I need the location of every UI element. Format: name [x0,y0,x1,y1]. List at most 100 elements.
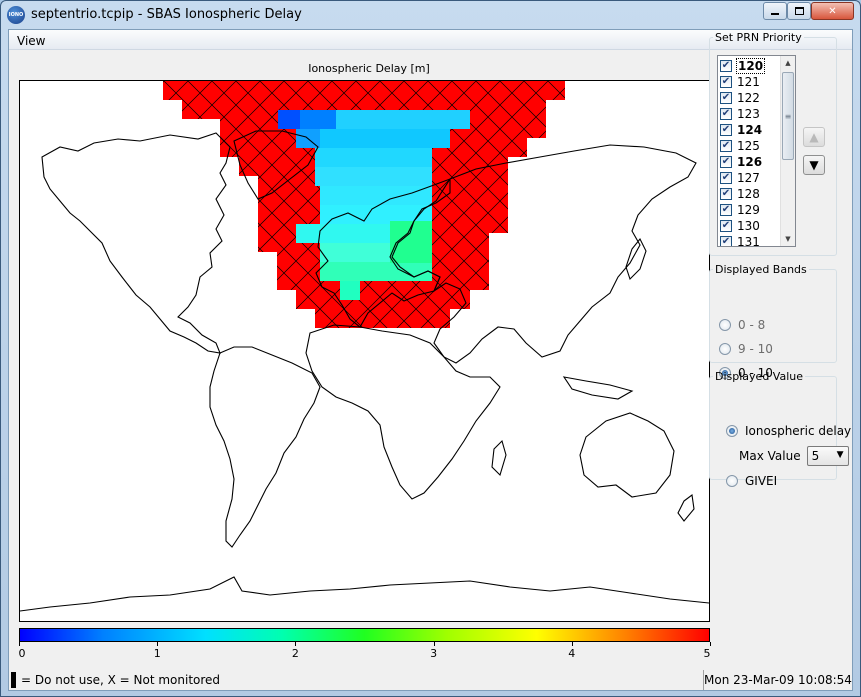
title-bar[interactable]: IONO septentrio.tcpip - SBAS Ionospheric… [1,1,860,29]
colorbar-tick-label: 5 [703,647,711,660]
monitored-cell [300,110,336,129]
colorbar-tick-label: 3 [430,647,438,660]
ionospheric-map[interactable] [19,80,710,622]
prn-priority-title: Set PRN Priority [715,31,802,44]
displayed-bands-title: Displayed Bands [715,263,807,276]
iono-delay-radio[interactable] [726,425,738,437]
colorbar-tick-label: 1 [153,647,161,660]
givei-label: GIVEI [745,474,778,488]
prn-checkbox[interactable]: ✔ [720,76,732,88]
plot-title: Ionospheric Delay [m] [308,62,430,75]
prn-list-item[interactable]: ✔ 129 [720,202,782,218]
prn-label: 122 [737,91,760,105]
priority-down-button[interactable]: ▼ [803,155,825,175]
prn-list-item[interactable]: ✔ 131 [720,234,782,246]
prn-list-item[interactable]: ✔ 125 [720,138,782,154]
window-title: septentrio.tcpip - SBAS Ionospheric Dela… [31,7,302,22]
prn-checkbox[interactable]: ✔ [720,156,732,168]
max-value-select[interactable]: 5 ▼ [806,446,849,466]
iono-delay-label: Ionospheric delay [745,424,852,438]
colorbar-tick [571,642,573,646]
prn-list-item[interactable]: ✔ 120 [720,58,782,74]
prn-list-item[interactable]: ✔ 130 [720,218,782,234]
prn-list-item[interactable]: ✔ 123 [720,106,782,122]
status-legend-text: = Do not use, X = Not monitored [21,673,221,687]
prn-checkbox[interactable]: ✔ [720,172,732,184]
priority-up-button[interactable]: ▲ [803,127,825,147]
prn-checkbox[interactable]: ✔ [720,204,732,216]
colorbar-tick [19,642,20,646]
monitored-cell [315,148,432,167]
iono-grid-cells [163,81,565,328]
prn-list-item[interactable]: ✔ 128 [720,186,782,202]
prn-list-item[interactable]: ✔ 126 [720,154,782,170]
monitored-cell [315,167,432,186]
not-monitored-hatch [163,81,565,100]
colorbar [19,628,710,642]
africa-coast [305,324,501,500]
menu-view[interactable]: View [17,34,45,48]
antarctica-coast [20,576,709,612]
new-zealand-coast [677,494,695,522]
givei-radio[interactable] [726,475,738,487]
minimize-button[interactable] [763,2,787,20]
monitored-cell [336,110,470,129]
givei-option[interactable]: GIVEI [726,474,777,488]
chevron-down-icon: ▼ [836,450,844,460]
triangle-down-icon: ▼ [809,158,819,172]
madagascar-coast [491,439,507,477]
monitored-cell [320,262,432,281]
status-bar-legend: = Do not use, X = Not monitored [11,670,701,690]
iono-app-icon: IONO [7,6,25,24]
app-window: IONO septentrio.tcpip - SBAS Ionospheric… [0,0,861,697]
prn-checkbox[interactable]: ✔ [720,92,732,104]
colorbar-tick-label: 0 [18,647,26,660]
band-option-9-10[interactable]: 9 - 10 [719,342,773,356]
prn-list-item[interactable]: ✔ 122 [720,90,782,106]
scroll-up-icon[interactable]: ▲ [781,56,795,70]
prn-label: 121 [737,75,760,89]
band-radio-0[interactable] [719,319,731,331]
prn-checkbox[interactable]: ✔ [720,236,732,246]
prn-checkbox[interactable]: ✔ [720,188,732,200]
prn-list-item[interactable]: ✔ 121 [720,74,782,90]
prn-label: 130 [737,219,760,233]
iono-delay-option[interactable]: Ionospheric delay [726,424,851,438]
prn-list-item[interactable]: ✔ 127 [720,170,782,186]
colorbar-tick [710,642,711,646]
colorbar-tick-label: 4 [568,647,576,660]
scroll-down-icon[interactable]: ▼ [781,232,795,246]
close-button[interactable]: ✕ [811,2,854,20]
maximize-icon [794,7,804,15]
prn-checkbox[interactable]: ✔ [720,220,732,232]
prn-label: 125 [737,139,760,153]
do-not-use-swatch [11,672,16,688]
max-value-row: Max Value 5 ▼ [739,446,849,466]
maximize-button[interactable] [787,2,811,20]
colorbar-tick-label: 2 [291,647,299,660]
prn-list-scrollbar[interactable]: ▲ ≡ ▼ [780,56,795,246]
monitored-cell [320,129,450,148]
status-datetime: Mon 23-Mar-09 10:08:54 [703,670,852,690]
map-svg [20,81,709,612]
band-option-0-8[interactable]: 0 - 8 [719,318,765,332]
displayed-value-title: Displayed Value [715,370,803,383]
triangle-up-icon: ▲ [809,130,819,144]
prn-checkbox[interactable]: ✔ [720,140,732,152]
monitored-cell [340,281,360,300]
monitored-cell [278,110,300,129]
australia-coast [579,412,675,498]
prn-label: 126 [737,155,763,169]
colorbar-tick [295,642,297,646]
prn-label: 120 [735,58,766,74]
minimize-icon [771,13,779,15]
prn-label: 129 [737,203,760,217]
band-radio-1[interactable] [719,343,731,355]
prn-checkbox[interactable]: ✔ [720,108,732,120]
prn-checkbox[interactable]: ✔ [720,124,732,136]
japan-coast [625,237,647,281]
close-icon: ✕ [828,5,837,17]
prn-list-item[interactable]: ✔ 124 [720,122,782,138]
scroll-thumb[interactable]: ≡ [782,72,794,160]
prn-checkbox[interactable]: ✔ [720,60,732,72]
